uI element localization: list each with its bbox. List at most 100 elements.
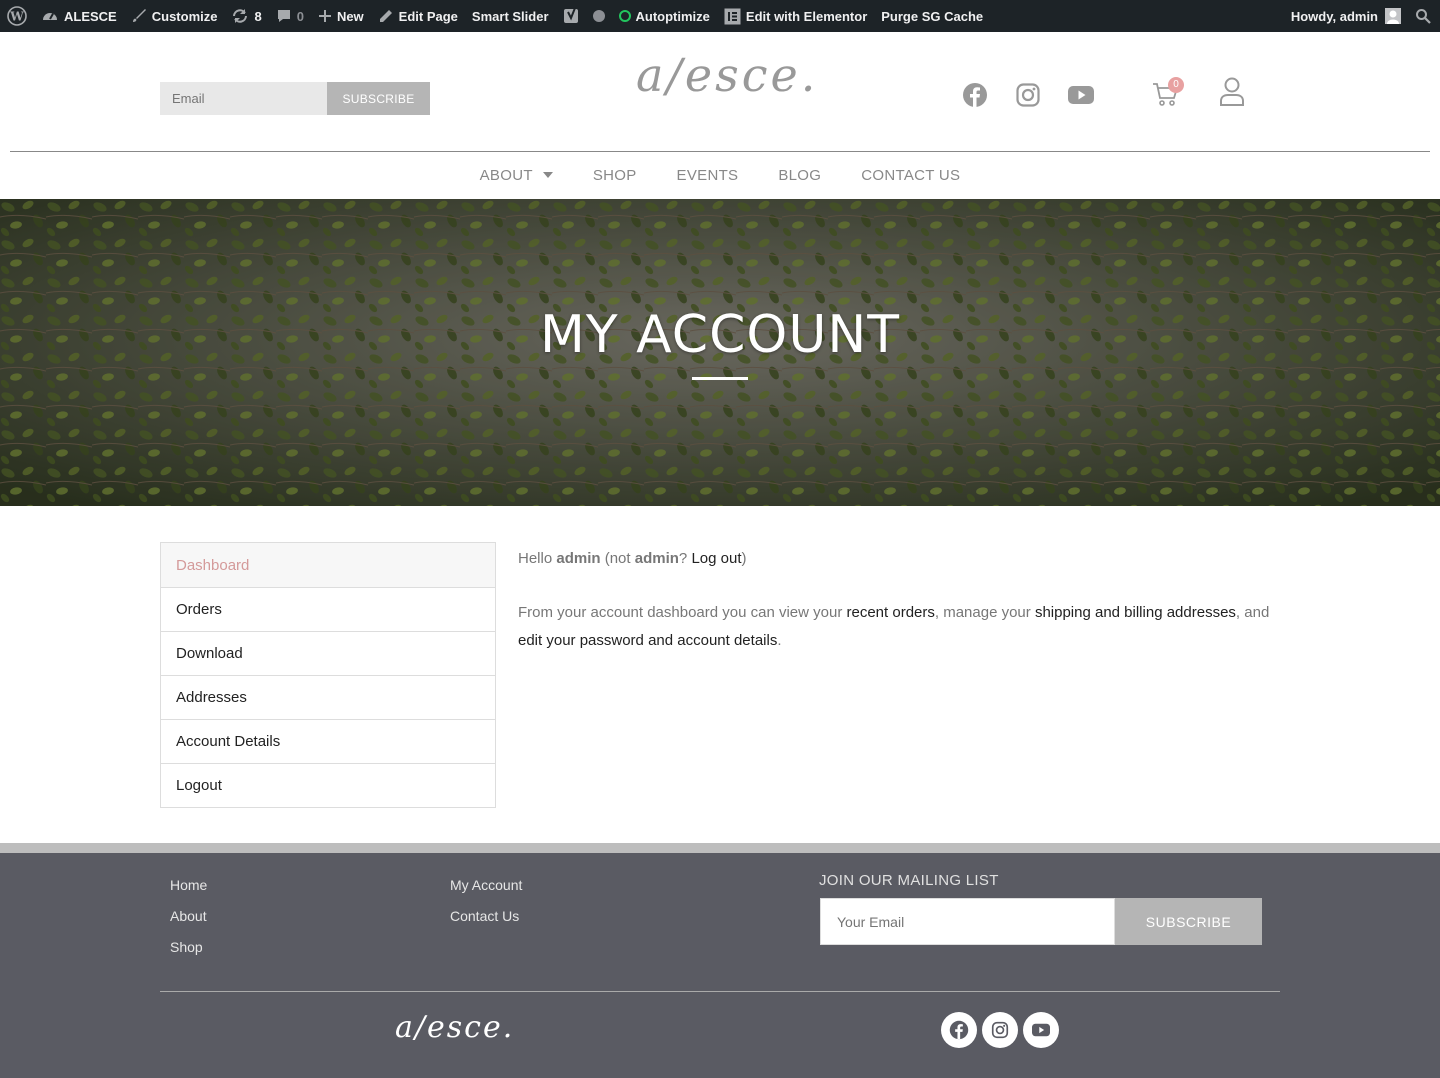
youtube-icon[interactable] xyxy=(1067,82,1095,108)
facebook-icon[interactable] xyxy=(962,82,988,108)
account-nav-logout[interactable]: Logout xyxy=(161,763,495,807)
not-text: (not xyxy=(600,550,635,567)
footer-youtube-icon[interactable] xyxy=(1023,1012,1059,1048)
footer-link-about[interactable]: About xyxy=(170,908,207,924)
new-content-link[interactable]: New xyxy=(311,0,371,32)
wordpress-logo-icon[interactable]: W xyxy=(0,0,34,32)
site-logo[interactable]: a/esce. xyxy=(636,48,818,102)
comments-count: 0 xyxy=(296,8,304,24)
account-nav-orders[interactable]: Orders xyxy=(161,587,495,631)
footer-link-contact[interactable]: Contact Us xyxy=(450,908,519,924)
mailing-list-title: JOIN OUR MAILING LIST xyxy=(819,872,999,889)
smart-slider-label: Smart Slider xyxy=(471,8,549,24)
comment-icon xyxy=(277,10,290,22)
footer-link-home[interactable]: Home xyxy=(170,877,207,893)
edit-page-link[interactable]: Edit Page xyxy=(371,0,465,32)
footer-divider xyxy=(160,991,1280,992)
nav-about[interactable]: ABOUT xyxy=(460,162,573,188)
updates-link[interactable]: 8 xyxy=(224,0,268,32)
autoptimize-link[interactable]: Autoptimize xyxy=(612,0,717,32)
hero-banner: MY ACCOUNT xyxy=(0,199,1440,506)
edit-elementor-link[interactable]: Edit with Elementor xyxy=(717,0,874,32)
info-text-c: , and xyxy=(1235,604,1270,621)
refresh-icon xyxy=(233,9,248,23)
account-nav-dashboard[interactable]: Dashboard xyxy=(161,543,495,587)
account-nav-account-details[interactable]: Account Details xyxy=(161,719,495,763)
info-text-a: From your account dashboard you can view… xyxy=(518,604,847,621)
info-text-d: . xyxy=(777,632,782,649)
account-dashboard-content: Hello admin (not admin? Log out) From yo… xyxy=(518,545,1288,681)
site-footer: Home About Shop My Account Contact Us JO… xyxy=(0,853,1440,1078)
pencil-icon xyxy=(379,10,392,22)
instagram-icon[interactable] xyxy=(1015,82,1041,108)
info-text-b: , manage your xyxy=(934,604,1035,621)
caret-down-icon xyxy=(542,172,553,178)
comments-link[interactable]: 0 xyxy=(269,0,311,32)
footer-top-bar xyxy=(0,843,1440,853)
user-account-icon[interactable] xyxy=(1219,77,1245,107)
dashboard-info-paragraph: From your account dashboard you can view… xyxy=(518,599,1288,655)
site-name-link[interactable]: ALESCE xyxy=(34,0,124,32)
howdy-label: Howdy, admin xyxy=(1290,8,1378,24)
svg-text:W: W xyxy=(9,10,24,24)
autoptimize-label: Autoptimize xyxy=(635,8,710,24)
footer-logo[interactable]: a/esce. xyxy=(395,1010,514,1045)
footer-link-my-account[interactable]: My Account xyxy=(450,877,522,893)
addresses-link[interactable]: shipping and billing addresses xyxy=(1035,604,1236,621)
title-underline xyxy=(692,377,748,380)
nav-contact-label: CONTACT US xyxy=(861,166,961,184)
nav-events-label: EVENTS xyxy=(676,166,739,184)
nav-shop[interactable]: SHOP xyxy=(573,162,657,188)
nav-shop-label: SHOP xyxy=(592,166,637,184)
purge-cache-link[interactable]: Purge SG Cache xyxy=(874,0,990,32)
main-navigation: ABOUT SHOP EVENTS BLOG CONTACT US xyxy=(0,162,1440,188)
footer-facebook-icon[interactable] xyxy=(941,1012,977,1048)
nav-about-label: ABOUT xyxy=(479,166,533,184)
smart-slider-link[interactable]: Smart Slider xyxy=(465,0,556,32)
updates-count: 8 xyxy=(254,8,262,24)
brush-icon xyxy=(132,9,146,22)
account-navigation: Dashboard Orders Download Addresses Acco… xyxy=(160,542,496,808)
edit-account-link[interactable]: edit your password and account details xyxy=(518,632,777,649)
footer-email-input[interactable] xyxy=(820,898,1115,945)
nav-events[interactable]: EVENTS xyxy=(657,162,759,188)
greeting-paragraph: Hello admin (not admin? Log out) xyxy=(518,545,1288,573)
plus-icon xyxy=(318,10,331,22)
avatar xyxy=(1385,8,1401,24)
recent-orders-link[interactable]: recent orders xyxy=(847,604,935,621)
header-divider xyxy=(10,151,1430,152)
logout-link[interactable]: Log out xyxy=(691,550,741,567)
username-2: admin xyxy=(634,550,679,567)
customize-link[interactable]: Customize xyxy=(124,0,225,32)
edit-page-label: Edit Page xyxy=(398,8,458,24)
yoast-seo-link[interactable] xyxy=(556,0,612,32)
yoast-icon xyxy=(563,7,578,23)
search-icon[interactable] xyxy=(1408,0,1440,32)
new-label: New xyxy=(336,8,364,24)
header-subscribe-button[interactable]: SUBSCRIBE xyxy=(327,82,430,115)
footer-link-shop[interactable]: Shop xyxy=(170,939,203,955)
status-circle-icon xyxy=(618,10,631,22)
wp-admin-bar: W ALESCE Customize 8 0 New Edit Page Sma… xyxy=(0,0,1440,32)
nav-contact[interactable]: CONTACT US xyxy=(841,162,980,188)
site-name: ALESCE xyxy=(64,8,117,24)
edit-elementor-label: Edit with Elementor xyxy=(745,8,868,24)
question-text: ? xyxy=(678,550,692,567)
greeting-text: Hello xyxy=(518,550,557,567)
footer-instagram-icon[interactable] xyxy=(982,1012,1018,1048)
nav-blog[interactable]: BLOG xyxy=(758,162,841,188)
account-nav-addresses[interactable]: Addresses xyxy=(161,675,495,719)
seo-score-dot-icon xyxy=(592,10,605,22)
cart-count-badge: 0 xyxy=(1168,77,1184,93)
account-menu[interactable]: Howdy, admin xyxy=(1284,0,1408,32)
page-title: MY ACCOUNT xyxy=(539,305,901,365)
close-paren: ) xyxy=(741,550,747,567)
username: admin xyxy=(556,550,601,567)
account-nav-download[interactable]: Download xyxy=(161,631,495,675)
elementor-icon xyxy=(724,8,741,24)
nav-blog-label: BLOG xyxy=(778,166,822,184)
header-email-input[interactable] xyxy=(160,82,327,115)
dashboard-icon xyxy=(43,13,57,20)
footer-subscribe-button[interactable]: SUBSCRIBE xyxy=(1115,898,1262,945)
site-header: SUBSCRIBE a/esce. 0 ABOUT SHOP EVENTS BL… xyxy=(0,32,1440,199)
